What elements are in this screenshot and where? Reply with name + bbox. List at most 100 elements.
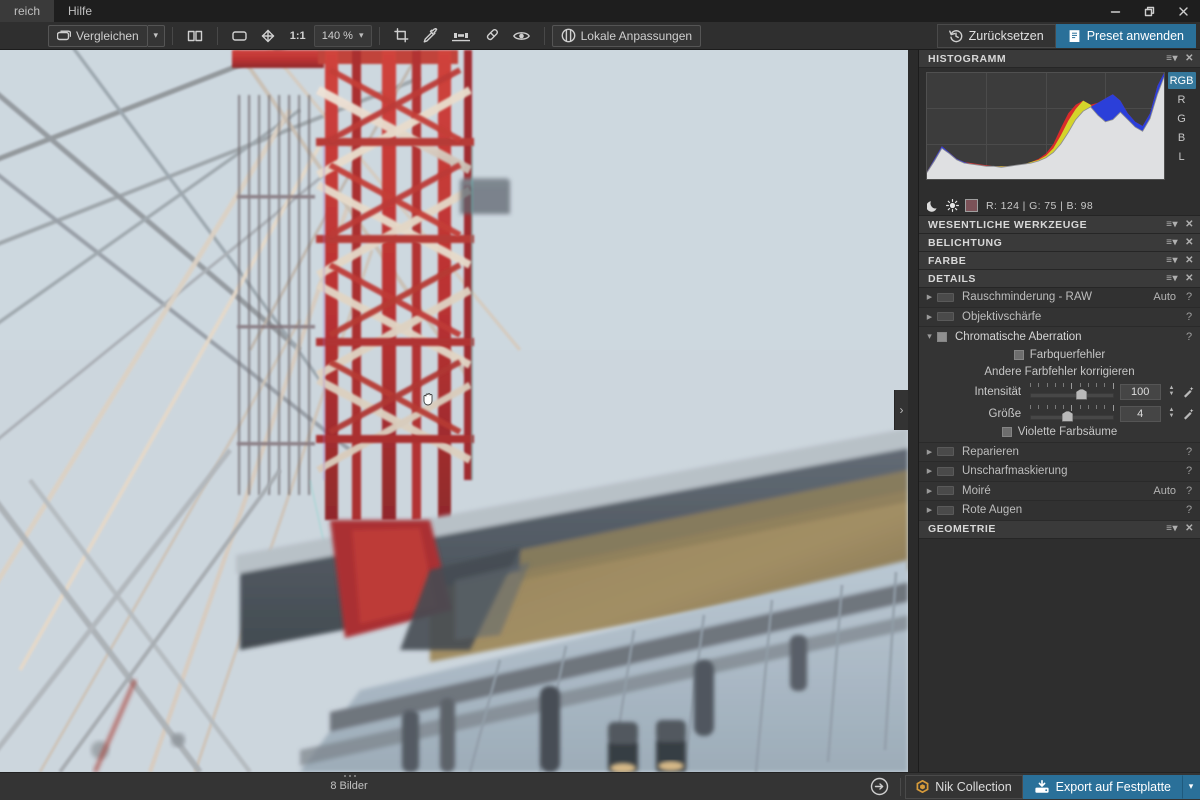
nik-collection-button[interactable]: Nik Collection	[905, 774, 1023, 799]
eyedropper-button[interactable]	[416, 25, 445, 47]
tool-enable-toggle[interactable]	[937, 312, 954, 322]
expand-triangle-icon[interactable]: ▶	[924, 467, 935, 475]
zoom-ratio-1-1[interactable]: 1:1	[282, 30, 314, 42]
expand-triangle-icon[interactable]: ▶	[924, 506, 935, 514]
slider-track-area[interactable]	[1030, 404, 1114, 424]
color-swatch	[965, 199, 978, 212]
help-icon[interactable]: ?	[1185, 446, 1193, 458]
crop-button[interactable]	[387, 25, 416, 47]
preview-eye-button[interactable]	[506, 25, 537, 47]
section-menu-icon[interactable]: ≡▾	[1166, 219, 1178, 230]
channel-button-l[interactable]: L	[1168, 148, 1196, 165]
menu-item-hilfe[interactable]: Hilfe	[54, 0, 106, 22]
section-close-icon[interactable]: ✕	[1185, 219, 1194, 230]
channel-button-rgb[interactable]: RGB	[1167, 72, 1196, 89]
help-icon[interactable]: ?	[1185, 311, 1193, 323]
section-menu-icon[interactable]: ≡▾	[1166, 524, 1178, 534]
export-dropdown-caret[interactable]: ▾	[1182, 774, 1200, 799]
tool-enable-toggle[interactable]	[937, 486, 954, 496]
expand-triangle-icon[interactable]: ▶	[924, 448, 935, 456]
image-canvas[interactable]: ›	[0, 50, 908, 772]
horizon-level-button[interactable]	[445, 25, 477, 47]
menu-item-bereich[interactable]: reich	[0, 0, 55, 22]
slider-stepper[interactable]: ▲ ▼	[1167, 407, 1177, 419]
slider-thumb[interactable]	[1062, 410, 1074, 422]
preview-eye-icon	[512, 30, 530, 42]
farbquerfehler-checkbox[interactable]	[1013, 350, 1024, 360]
help-icon[interactable]: ?	[1185, 291, 1193, 303]
tool-row-reparieren[interactable]: ▶ Reparieren ?	[919, 442, 1200, 462]
filmstrip-drag-handle[interactable]	[330, 772, 370, 780]
tool-enable-toggle[interactable]	[937, 466, 954, 476]
export-to-application-button[interactable]	[862, 773, 896, 800]
tool-row-moire[interactable]: ▶ Moiré Auto ?	[919, 481, 1200, 501]
section-header-histogramm[interactable]: HISTOGRAMM ≡▾ ✕	[919, 50, 1200, 68]
compare-button[interactable]: Vergleichen	[48, 24, 148, 47]
collapse-triangle-icon[interactable]: ▾	[924, 331, 935, 342]
split-view-button[interactable]	[180, 25, 210, 47]
section-menu-icon[interactable]: ≡▾	[1166, 53, 1178, 64]
section-header-geometrie[interactable]: GEOMETRIE ≡▾ ✕	[919, 520, 1200, 539]
expand-triangle-icon[interactable]: ▶	[924, 313, 935, 321]
moon-icon[interactable]	[927, 199, 940, 212]
pan-button[interactable]	[254, 25, 282, 47]
magic-wand-icon[interactable]	[1182, 408, 1196, 420]
reset-button[interactable]: Zurücksetzen	[936, 23, 1056, 48]
tool-auto-label[interactable]: Auto	[1153, 485, 1176, 497]
section-menu-icon[interactable]: ≡▾	[1166, 237, 1178, 248]
export-to-disk-button[interactable]: Export auf Festplatte	[1022, 774, 1182, 799]
channel-button-r[interactable]: R	[1168, 91, 1196, 108]
expand-triangle-icon[interactable]: ▶	[924, 293, 935, 301]
clone-stamp-button[interactable]	[477, 25, 506, 47]
photo-ferris-wheel-structure[interactable]	[0, 50, 908, 772]
section-menu-icon[interactable]: ≡▾	[1166, 255, 1178, 266]
section-close-icon[interactable]: ✕	[1185, 237, 1194, 248]
local-adjustments-button[interactable]: Lokale Anpassungen	[551, 24, 702, 47]
channel-button-b[interactable]: B	[1168, 129, 1196, 146]
ca-header-row[interactable]: ▾ Chromatische Aberration ?	[919, 327, 1200, 347]
tool-enable-toggle[interactable]	[937, 447, 954, 457]
slider-track-area[interactable]	[1030, 382, 1114, 402]
close-icon[interactable]	[1166, 0, 1200, 22]
panel-collapse-handle[interactable]: ›	[894, 390, 908, 430]
restore-icon[interactable]	[1132, 0, 1166, 22]
slider-value[interactable]: 4	[1119, 405, 1161, 422]
photo-artwork	[0, 50, 908, 772]
section-menu-icon[interactable]: ≡▾	[1166, 273, 1178, 284]
section-close-icon[interactable]: ✕	[1185, 53, 1194, 64]
section-header-wesentliche-werkzeuge[interactable]: WESENTLICHE WERKZEUGE ≡▾ ✕	[919, 216, 1200, 234]
channel-button-g[interactable]: G	[1168, 110, 1196, 127]
compare-dropdown-caret[interactable]: ▾	[147, 24, 165, 47]
section-close-icon[interactable]: ✕	[1185, 273, 1194, 284]
section-close-icon[interactable]: ✕	[1185, 524, 1194, 534]
zoom-level-selector[interactable]: 140 % ▾	[313, 24, 372, 47]
help-icon[interactable]: ?	[1185, 485, 1193, 497]
violette-farbsaeume-checkbox[interactable]	[1001, 426, 1012, 437]
slider-stepper[interactable]: ▲ ▼	[1167, 385, 1177, 397]
sun-icon[interactable]	[946, 199, 959, 212]
help-icon[interactable]: ?	[1185, 331, 1193, 343]
tool-row-rote-augen[interactable]: ▶ Rote Augen ?	[919, 501, 1200, 521]
apply-preset-button[interactable]: Preset anwenden	[1055, 23, 1196, 48]
slider-value[interactable]: 100	[1119, 383, 1161, 400]
section-header-details[interactable]: DETAILS ≡▾ ✕	[919, 270, 1200, 288]
tool-enable-toggle[interactable]	[937, 292, 954, 302]
reset-clock-icon	[948, 29, 963, 43]
help-icon[interactable]: ?	[1185, 465, 1193, 477]
minimize-icon[interactable]	[1098, 0, 1132, 22]
tool-row-unscharfmaskierung[interactable]: ▶ Unscharfmaskierung ?	[919, 462, 1200, 482]
expand-triangle-icon[interactable]: ▶	[924, 487, 935, 495]
section-close-icon[interactable]: ✕	[1185, 255, 1194, 266]
tool-auto-label[interactable]: Auto	[1153, 291, 1176, 303]
magic-wand-icon[interactable]	[1182, 386, 1196, 398]
section-header-belichtung[interactable]: BELICHTUNG ≡▾ ✕	[919, 234, 1200, 252]
tool-enable-toggle[interactable]	[937, 505, 954, 515]
slider-thumb[interactable]	[1076, 388, 1088, 400]
fit-to-view-button[interactable]	[225, 25, 254, 47]
tool-row-objektivschaerfe[interactable]: ▶ Objektivschärfe ?	[919, 307, 1200, 327]
tool-row-rauschminderung-raw[interactable]: ▶ Rauschminderung - RAW Auto ?	[919, 288, 1200, 308]
histogram-plot[interactable]	[926, 72, 1165, 180]
ca-enable-checkbox[interactable]	[937, 331, 947, 342]
section-header-farbe[interactable]: FARBE ≡▾ ✕	[919, 252, 1200, 270]
help-icon[interactable]: ?	[1185, 504, 1193, 516]
